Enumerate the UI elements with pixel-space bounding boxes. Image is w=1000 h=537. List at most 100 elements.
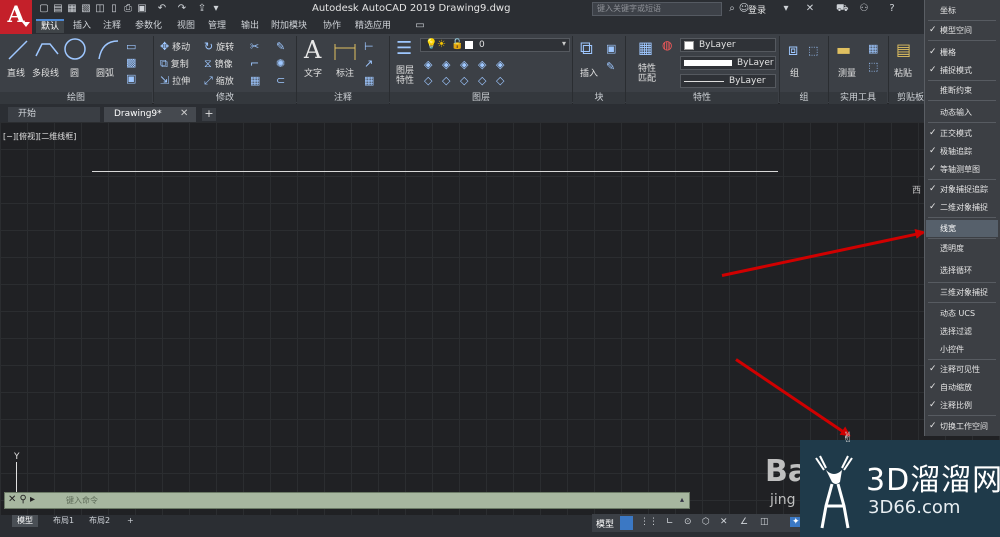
stretch-tool[interactable]: 拉伸 <box>172 77 190 87</box>
text-tool-label[interactable]: 文字 <box>304 66 322 79</box>
layer-properties-icon[interactable]: ☰ <box>396 38 412 59</box>
layer-tool-7-icon[interactable]: ◇ <box>442 74 450 87</box>
color-dropdown[interactable]: ByLayer <box>680 38 776 52</box>
view-cube[interactable]: 西 <box>912 183 921 196</box>
ribbon-tab-collaborate[interactable]: 协作 <box>318 19 346 33</box>
close-tab-icon[interactable]: ✕ <box>180 108 188 119</box>
arc-icon[interactable] <box>96 37 122 63</box>
login-button[interactable]: 登录 <box>748 3 766 16</box>
menu-item-3d-object-snap[interactable]: 三维对象捕捉 <box>926 284 998 301</box>
clipboard-panel-title[interactable]: 剪贴板 <box>889 92 924 104</box>
linear-dim-icon[interactable]: ⊢ <box>364 40 374 53</box>
autocad-logo-icon[interactable]: A <box>0 0 32 36</box>
viewport-controls[interactable]: [−][俯视][二维线框] <box>3 131 76 142</box>
new-layout-icon[interactable]: + <box>122 515 139 527</box>
polyline-tool-label[interactable]: 多段线 <box>32 66 59 79</box>
layer-tool-3-icon[interactable]: ◈ <box>460 58 468 71</box>
modify-panel-title[interactable]: 修改 <box>154 92 296 104</box>
line-icon[interactable] <box>6 38 30 62</box>
block-create-icon[interactable]: ▣ <box>606 42 616 55</box>
layout-tab-model[interactable]: 模型 <box>12 515 38 527</box>
menu-item-annotation-scale[interactable]: 注释比例 <box>926 397 998 414</box>
cart-icon[interactable]: ⛟ <box>836 3 849 15</box>
model-space-toggle[interactable]: 模型 <box>596 517 614 530</box>
new-file-icon[interactable]: ▢ <box>38 3 50 15</box>
ribbon-tab-home[interactable]: 默认 <box>36 19 65 33</box>
menu-item-lineweight[interactable]: 线宽 <box>926 220 998 237</box>
circle-tool-label[interactable]: 圆 <box>70 66 79 79</box>
trim-icon[interactable]: ✂ <box>250 40 259 53</box>
rectangle-icon[interactable]: ▭ <box>126 40 136 53</box>
menu-item-coordinates[interactable]: 坐标 <box>926 2 998 19</box>
hatch-icon[interactable]: ▩ <box>126 56 136 69</box>
menu-item-infer-constraints[interactable]: 推断约束 <box>926 82 998 99</box>
ribbon-tab-output[interactable]: 输出 <box>236 19 264 33</box>
menu-item-selection-filter[interactable]: 选择过滤 <box>926 323 998 340</box>
ribbon-tab-manage[interactable]: 管理 <box>203 19 231 33</box>
menu-item-dynamic-ucs[interactable]: 动态 UCS <box>926 305 998 322</box>
measure-label[interactable]: 测量 <box>838 66 856 79</box>
scale-icon[interactable]: ⤢ <box>204 74 213 88</box>
utilities-panel-title[interactable]: 实用工具 <box>829 92 887 104</box>
layout-tab-layout1[interactable]: 布局1 <box>48 515 79 527</box>
insert-block-label[interactable]: 插入 <box>580 66 598 79</box>
help-icon[interactable]: ? <box>886 3 898 15</box>
ribbon-tab-view[interactable]: 视图 <box>172 19 200 33</box>
layer-properties-label[interactable]: 图层特性 <box>396 66 418 86</box>
mobile-icon[interactable]: ▯ <box>108 3 120 15</box>
menu-item-grid[interactable]: 栅格 <box>926 44 998 61</box>
stretch-icon[interactable]: ⇲ <box>160 74 169 87</box>
arc-tool-label[interactable]: 圆弧 <box>96 66 114 79</box>
text-icon[interactable]: A <box>304 36 321 64</box>
ortho-toggle-icon[interactable]: ∟ <box>666 517 674 527</box>
menu-item-selection-cycling[interactable]: 选择循环 <box>926 262 998 279</box>
select-all-icon[interactable]: ⬚ <box>868 60 878 73</box>
properties-panel-title[interactable]: 特性 <box>626 92 778 104</box>
mirror-tool[interactable]: 镜像 <box>215 60 233 70</box>
new-tab-icon[interactable]: + <box>202 108 216 121</box>
copy-icon[interactable]: ⧉ <box>160 57 168 71</box>
osnap-track-icon[interactable]: ✕ <box>720 517 728 527</box>
ribbon-tab-featured-apps[interactable]: 精选应用 <box>350 19 396 33</box>
layer-tool-5-icon[interactable]: ◈ <box>496 58 504 71</box>
search-icon[interactable]: ⌕ <box>726 3 738 15</box>
menu-item-auto-scale[interactable]: 自动缩放 <box>926 379 998 396</box>
group-icon[interactable]: ⧈ <box>788 40 798 60</box>
insert-block-icon[interactable]: ⧉ <box>580 38 593 59</box>
command-close-icon[interactable]: ✕ ⚲ ▸ <box>8 494 35 505</box>
search-input[interactable]: 键入关键字或短语 <box>592 2 722 16</box>
layer-tool-10-icon[interactable]: ◇ <box>496 74 504 87</box>
ribbon-tab-insert[interactable]: 插入 <box>68 19 96 33</box>
mirror-icon[interactable]: ⧖ <box>204 57 212 71</box>
menu-item-snap-mode[interactable]: 捕捉模式 <box>926 62 998 79</box>
scale-tool[interactable]: 缩放 <box>216 77 234 87</box>
print-icon[interactable]: ⎙ <box>122 3 134 15</box>
menu-item-switch-workspace[interactable]: 切换工作空间 <box>926 418 998 435</box>
paste-label[interactable]: 粘贴 <box>894 66 912 79</box>
ribbon-minimize-icon[interactable]: ▭ <box>414 20 426 32</box>
group-label[interactable]: 组 <box>790 66 799 79</box>
ribbon-tab-annotate[interactable]: 注释 <box>98 19 126 33</box>
measure-icon[interactable]: ▬ <box>836 40 851 59</box>
menu-item-gizmo[interactable]: 小控件 <box>926 341 998 358</box>
menu-item-isometric-draft[interactable]: 等轴测草图 <box>926 161 998 178</box>
ungroup-icon[interactable]: ⬚ <box>808 44 818 57</box>
menu-item-transparency[interactable]: 透明度 <box>926 240 998 257</box>
linetype-dropdown[interactable]: ByLayer <box>680 56 776 70</box>
match-properties-icon[interactable]: ▦ <box>638 38 653 57</box>
block-edit-icon[interactable]: ✎ <box>606 60 615 73</box>
circle-icon[interactable] <box>63 37 87 61</box>
snap-toggle-icon[interactable]: ⋮⋮ <box>640 517 658 527</box>
annotation-toggle-icon[interactable]: ◫ <box>760 517 769 527</box>
menu-item-ortho-mode[interactable]: 正交模式 <box>926 125 998 142</box>
grid-toggle-icon[interactable] <box>620 516 633 530</box>
move-icon[interactable]: ✥ <box>160 40 169 53</box>
polyline-icon[interactable] <box>34 38 60 62</box>
rotate-tool[interactable]: 旋转 <box>216 43 234 53</box>
erase-icon[interactable]: ✎ <box>276 40 285 53</box>
plot-icon[interactable]: ▣ <box>136 3 148 15</box>
layer-tool-8-icon[interactable]: ◇ <box>460 74 468 87</box>
paste-icon[interactable]: ▤ <box>896 40 911 59</box>
block-panel-title[interactable]: 块 <box>573 92 625 104</box>
layer-dropdown[interactable]: 💡 ☀ 🔓 0 ▾ <box>420 38 570 52</box>
